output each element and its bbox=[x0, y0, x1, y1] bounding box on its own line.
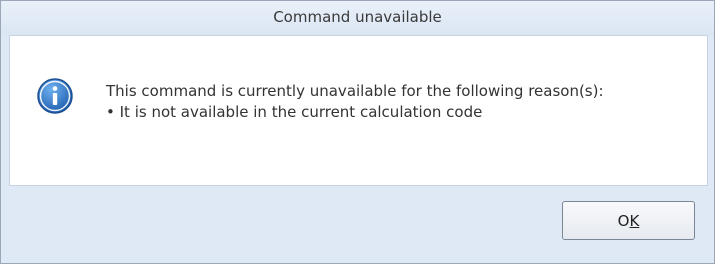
message-line-1: This command is currently unavailable fo… bbox=[106, 82, 604, 100]
dialog-footer: OK bbox=[1, 186, 714, 263]
ok-mnemonic: K bbox=[629, 211, 640, 230]
message-panel: This command is currently unavailable fo… bbox=[9, 35, 708, 186]
message-line-2: • It is not available in the current cal… bbox=[106, 103, 483, 121]
dialog-message: This command is currently unavailable fo… bbox=[106, 81, 604, 123]
dialog-title: Command unavailable bbox=[1, 1, 714, 35]
info-icon bbox=[37, 78, 73, 114]
ok-label: O bbox=[617, 211, 630, 230]
ok-button[interactable]: OK bbox=[562, 201, 695, 240]
command-unavailable-dialog: Command unavailable This command is curr… bbox=[0, 0, 715, 264]
